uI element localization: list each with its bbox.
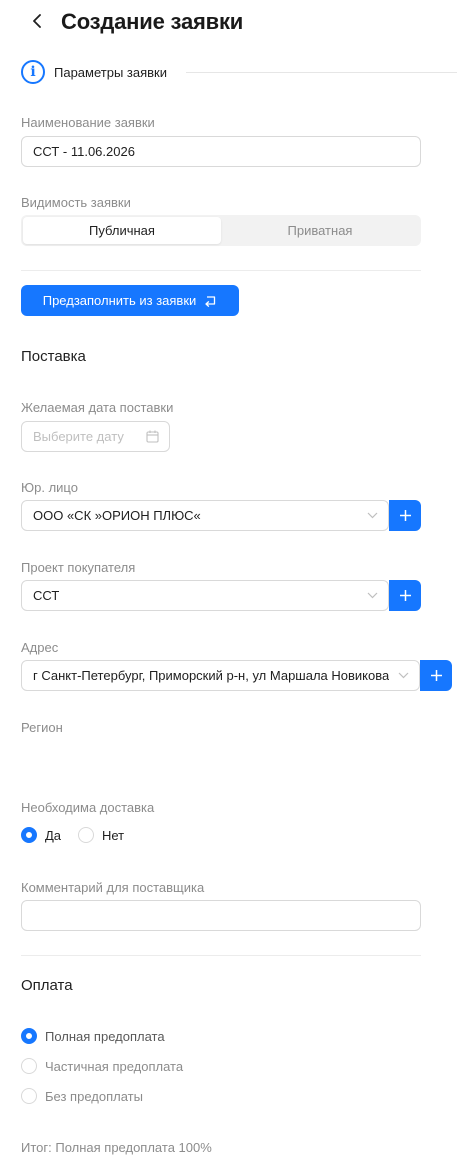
visibility-option-private[interactable]: Приватная [221,217,419,244]
radio-checked-icon [21,1028,37,1044]
add-project-button[interactable] [389,580,421,611]
chevron-left-icon [33,14,41,28]
payment-none-radio[interactable]: Без предоплаты [21,1088,143,1104]
project-label: Проект покупателя [21,560,136,575]
plus-icon [399,510,411,521]
payment-heading: Оплата [21,977,73,994]
calendar-icon [146,430,159,443]
visibility-label: Видимость заявки [21,195,131,210]
radio-unchecked-icon [21,1058,37,1074]
visibility-segmented: Публичная Приватная [21,215,421,246]
page-title: Создание заявки [61,9,244,34]
need-delivery-label: Необходима доставка [21,800,155,815]
payment-full-radio[interactable]: Полная предоплата [21,1028,165,1044]
prefill-button[interactable]: Предзаполнить из заявки [21,285,239,316]
name-input[interactable] [21,136,421,167]
need-delivery-yes-radio[interactable]: Да [21,827,61,843]
radio-unchecked-icon [21,1088,37,1104]
date-placeholder: Выберите дату [33,429,124,444]
chevron-down-icon [398,672,409,679]
plus-icon [399,590,411,601]
payment-partial-radio[interactable]: Частичная предоплата [21,1058,183,1074]
chevron-down-icon [367,512,378,519]
comment-label: Комментарий для поставщика [21,880,205,895]
return-arrow-icon [205,295,216,307]
radio-unchecked-icon [78,827,94,843]
divider [21,270,421,271]
entity-label: Юр. лицо [21,480,78,495]
need-delivery-no-label: Нет [102,827,125,843]
address-select[interactable]: г Санкт-Петербург, Приморский р-н, ул Ма… [21,660,420,691]
back-button[interactable] [26,8,48,34]
visibility-option-public[interactable]: Публичная [23,217,221,244]
delivery-heading: Поставка [21,348,86,365]
payment-none-label: Без предоплаты [45,1088,143,1104]
divider [21,955,421,956]
region-label: Регион [21,720,63,735]
name-field-label: Наименование заявки [21,115,155,130]
entity-select-value: ООО «СК »ОРИОН ПЛЮС« [33,508,201,523]
add-address-button[interactable] [420,660,452,691]
entity-select[interactable]: ООО «СК »ОРИОН ПЛЮС« [21,500,389,531]
payment-summary: Итог: Полная предоплата 100% [21,1140,212,1155]
project-select[interactable]: ССТ [21,580,389,611]
need-delivery-yes-label: Да [45,827,62,843]
address-select-value: г Санкт-Петербург, Приморский р-н, ул Ма… [33,668,390,683]
chevron-down-icon [367,592,378,599]
section-divider [186,72,457,73]
info-icon: i [21,60,45,84]
comment-input[interactable] [21,900,421,931]
payment-full-label: Полная предоплата [45,1028,165,1044]
address-label: Адрес [21,640,59,655]
section-label: Параметры заявки [54,65,167,80]
delivery-date-label: Желаемая дата поставки [21,400,174,415]
add-entity-button[interactable] [389,500,421,531]
payment-partial-label: Частичная предоплата [45,1058,184,1074]
need-delivery-no-radio[interactable]: Нет [78,827,124,843]
delivery-date-picker[interactable]: Выберите дату [21,421,170,452]
project-select-value: ССТ [33,588,60,603]
prefill-button-label: Предзаполнить из заявки [42,293,197,308]
plus-icon [430,670,442,681]
radio-checked-icon [21,827,37,843]
